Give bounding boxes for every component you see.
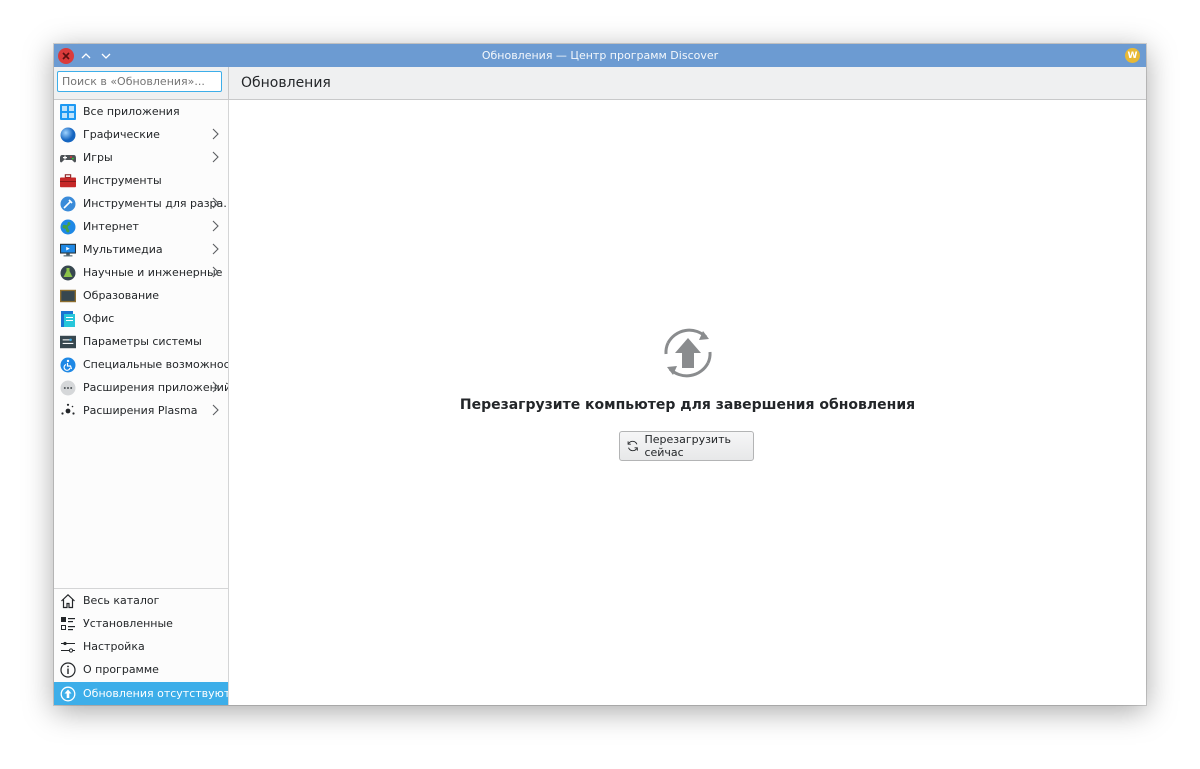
sidebar-item-dev-tools[interactable]: Инструменты для разра… — [54, 192, 228, 215]
science-flask-icon — [60, 265, 76, 281]
chevron-right-icon — [212, 151, 219, 163]
window-title: Обновления — Центр программ Discover — [481, 49, 719, 62]
sidebar-item-label: Интернет — [83, 220, 139, 233]
sidebar-item-label: Мультимедиа — [83, 243, 163, 256]
toolbox-icon — [60, 173, 76, 189]
sidebar-item-installed[interactable]: Установленные — [54, 612, 228, 635]
graphics-sphere-icon — [60, 127, 76, 143]
sidebar-item-education[interactable]: Образование — [54, 284, 228, 307]
toolbar-divider — [228, 67, 229, 99]
refresh-icon — [627, 440, 638, 452]
sidebar-item-settings[interactable]: Настройка — [54, 635, 228, 658]
office-document-icon — [60, 310, 76, 327]
sidebar-item-label: Графические — [83, 128, 160, 141]
grid-apps-icon — [60, 103, 76, 120]
settings-sliders-icon — [60, 639, 76, 655]
gamepad-icon — [60, 150, 76, 166]
chevron-right-icon — [212, 404, 219, 416]
sidebar-item-app-addons[interactable]: Расширения приложений — [54, 376, 228, 399]
restart-now-button[interactable]: Перезагрузить сейчас — [619, 431, 754, 461]
sidebar-item-label: О программе — [83, 663, 159, 676]
sidebar-item-label: Все приложения — [83, 105, 180, 118]
chevron-right-icon — [212, 381, 219, 393]
home-icon — [60, 593, 76, 609]
restart-now-label: Перезагрузить сейчас — [644, 433, 731, 459]
sidebar-item-label: Научные и инженерные — [83, 266, 223, 279]
sidebar-item-system-settings[interactable]: Параметры системы — [54, 330, 228, 353]
sidebar-item-label: Обновления отсутствуют — [83, 687, 228, 700]
info-icon — [60, 661, 76, 678]
main-content: Перезагрузите компьютер для завершения о… — [229, 100, 1146, 705]
chevron-right-icon — [212, 243, 219, 255]
update-arrow-icon — [60, 686, 76, 702]
system-settings-icon — [60, 334, 76, 350]
chalkboard-icon — [60, 288, 76, 304]
sidebar: Все приложения Графические Игры Инструме… — [54, 100, 229, 705]
sidebar-item-accessibility[interactable]: Специальные возможности — [54, 353, 228, 376]
plasma-addons-icon — [60, 403, 76, 419]
sidebar-item-office[interactable]: Офис — [54, 307, 228, 330]
page-title: Обновления — [241, 75, 331, 91]
sidebar-item-multimedia[interactable]: Мультимедиа — [54, 238, 228, 261]
sidebar-item-label: Установленные — [83, 617, 173, 630]
app-icon-letter: W — [1127, 50, 1138, 61]
sidebar-item-catalog[interactable]: Весь каталог — [54, 589, 228, 612]
sidebar-item-label: Расширения приложений — [83, 381, 228, 394]
sidebar-item-label: Инструменты — [83, 174, 162, 187]
sidebar-item-label: Образование — [83, 289, 160, 302]
system-update-icon — [664, 328, 712, 378]
app-menu-icon[interactable]: W — [1125, 48, 1140, 63]
developer-tools-icon — [60, 196, 76, 212]
search-input[interactable] — [57, 71, 222, 92]
chevron-right-icon — [212, 266, 219, 278]
chevron-right-icon — [212, 220, 219, 232]
discover-window: Обновления — Центр программ Discover W О… — [54, 44, 1146, 705]
installed-list-icon — [60, 616, 76, 632]
sidebar-item-label: Игры — [83, 151, 113, 164]
title-bar[interactable]: Обновления — Центр программ Discover W — [54, 44, 1146, 67]
sidebar-item-plasma-addons[interactable]: Расширения Plasma — [54, 399, 228, 422]
sidebar-item-graphics[interactable]: Графические — [54, 123, 228, 146]
sidebar-item-label: Специальные возможности — [83, 358, 228, 371]
sidebar-item-label: Параметры системы — [83, 335, 202, 348]
multimedia-monitor-icon — [60, 242, 76, 258]
sidebar-item-updates[interactable]: Обновления отсутствуют — [54, 682, 228, 705]
sidebar-item-label: Весь каталог — [83, 594, 160, 607]
sidebar-item-all-apps[interactable]: Все приложения — [54, 100, 228, 123]
sidebar-item-label: Офис — [83, 312, 115, 325]
app-addons-icon — [60, 380, 76, 396]
globe-icon — [60, 219, 76, 235]
sidebar-item-tools[interactable]: Инструменты — [54, 169, 228, 192]
sidebar-item-label: Инструменты для разра… — [83, 197, 228, 210]
restart-required-message: Перезагрузите компьютер для завершения о… — [459, 397, 916, 413]
chevron-right-icon — [212, 197, 219, 209]
sidebar-item-science[interactable]: Научные и инженерные — [54, 261, 228, 284]
sidebar-item-games[interactable]: Игры — [54, 146, 228, 169]
accessibility-icon — [60, 357, 76, 373]
chevron-right-icon — [212, 128, 219, 140]
sidebar-item-label: Расширения Plasma — [83, 404, 198, 417]
toolbar: Обновления — [54, 67, 1146, 100]
sidebar-item-internet[interactable]: Интернет — [54, 215, 228, 238]
sidebar-item-about[interactable]: О программе — [54, 658, 228, 681]
sidebar-item-label: Настройка — [83, 640, 145, 653]
